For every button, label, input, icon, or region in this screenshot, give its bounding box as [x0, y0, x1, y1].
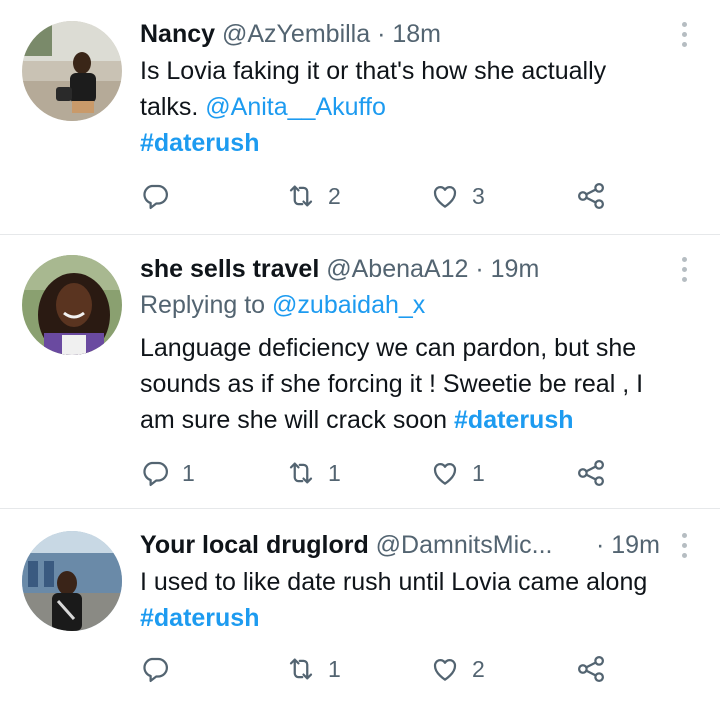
tweet-actions: 1 1 1 — [0, 453, 720, 493]
tweet-header: Nancy @AzYembilla · 18m — [140, 17, 441, 51]
share-button[interactable] — [576, 176, 606, 216]
separator-dot: · — [596, 531, 605, 559]
reply-icon — [143, 184, 168, 209]
retweet-button[interactable]: 2 — [286, 176, 341, 216]
tweet-text-line: Language deficiency we can pardon, but s… — [140, 334, 637, 362]
mention-link[interactable]: @Anita__Akuffo — [205, 93, 386, 121]
hashtag-link[interactable]: #daterush — [454, 406, 573, 434]
retweet-count: 1 — [328, 655, 341, 682]
retweet-button[interactable]: 1 — [286, 453, 341, 493]
like-count: 1 — [472, 459, 485, 486]
share-button[interactable] — [576, 649, 606, 689]
share-icon — [578, 460, 604, 486]
tweet-text: Language deficiency we can pardon, but s… — [140, 330, 700, 438]
tweet[interactable]: she sells travel @AbenaA12 · 19m Replyin… — [0, 235, 720, 507]
tweet-text-line: I used to like date rush until Lovia cam… — [140, 568, 648, 596]
tweet-text-line: Is Lovia faking it or that's how she act… — [140, 57, 607, 85]
like-button[interactable]: 2 — [430, 649, 485, 689]
like-button[interactable]: 3 — [430, 176, 485, 216]
replying-to: Replying to @zubaidah_x — [140, 288, 425, 322]
separator-dot: · — [377, 20, 386, 48]
more-options-icon[interactable] — [674, 17, 694, 51]
tweet-text-span: talks. — [140, 93, 206, 121]
tweet-header-time: · 19m — [596, 528, 660, 562]
retweet-icon — [289, 185, 313, 207]
heart-icon — [433, 462, 457, 485]
tweet-text-line: sounds as if she forcing it ! Sweetie be… — [140, 370, 644, 398]
tweet[interactable]: Your local druglord @DamnitsMic... · 19m… — [0, 509, 720, 708]
share-icon — [578, 183, 604, 209]
user-handle[interactable]: @DamnitsMic... — [376, 531, 553, 559]
replying-to-handle[interactable]: @zubaidah_x — [272, 291, 425, 319]
avatar[interactable] — [22, 531, 122, 631]
hashtag-link[interactable]: #daterush — [140, 604, 259, 632]
tweet-text-line: am sure she will crack soon #daterush — [140, 402, 700, 438]
share-icon — [578, 656, 604, 682]
more-options-icon[interactable] — [674, 528, 694, 562]
timestamp[interactable]: 19m — [491, 255, 540, 283]
tweet-text-span: am sure she will crack soon — [140, 406, 455, 434]
retweet-icon — [289, 462, 313, 484]
user-handle[interactable]: @AbenaA12 — [326, 255, 468, 283]
retweet-count: 1 — [328, 459, 341, 486]
reply-button[interactable] — [140, 176, 182, 216]
reply-count: 1 — [182, 459, 195, 486]
user-handle[interactable]: @AzYembilla — [222, 20, 370, 48]
tweet-text-line: talks. @Anita__Akuffo — [140, 89, 700, 125]
tweet-actions: 2 3 — [0, 176, 720, 216]
tweet-text: I used to like date rush until Lovia cam… — [140, 564, 700, 636]
like-count: 2 — [472, 655, 485, 682]
tweet-header: Your local druglord @DamnitsMic... — [140, 528, 552, 562]
avatar[interactable] — [22, 21, 122, 121]
retweet-button[interactable]: 1 — [286, 649, 341, 689]
retweet-count: 2 — [328, 182, 341, 209]
reply-button[interactable]: 1 — [140, 453, 195, 493]
reply-icon — [143, 657, 168, 682]
tweet[interactable]: Nancy @AzYembilla · 18m Is Lovia faking … — [0, 0, 720, 234]
retweet-icon — [289, 658, 313, 680]
more-options-icon[interactable] — [674, 252, 694, 286]
reply-button[interactable] — [140, 649, 182, 689]
display-name[interactable]: Nancy — [140, 20, 215, 48]
avatar[interactable] — [22, 255, 122, 355]
hashtag-link[interactable]: #daterush — [140, 129, 259, 157]
timestamp[interactable]: 18m — [392, 20, 441, 48]
heart-icon — [433, 185, 457, 208]
like-button[interactable]: 1 — [430, 453, 485, 493]
tweet-actions: 1 2 — [0, 649, 720, 689]
like-count: 3 — [472, 182, 485, 209]
share-button[interactable] — [576, 453, 606, 493]
tweet-text: Is Lovia faking it or that's how she act… — [140, 53, 700, 161]
display-name[interactable]: she sells travel — [140, 255, 319, 283]
replying-to-label: Replying to — [140, 291, 273, 319]
reply-icon — [143, 461, 168, 486]
tweet-header: she sells travel @AbenaA12 · 19m — [140, 252, 539, 286]
separator-dot: · — [475, 255, 484, 283]
display-name[interactable]: Your local druglord — [140, 531, 369, 559]
heart-icon — [433, 658, 457, 681]
timestamp[interactable]: 19m — [611, 531, 660, 559]
